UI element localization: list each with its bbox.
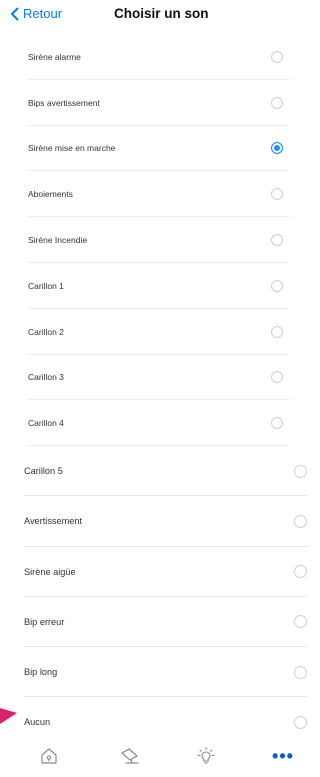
radio-button[interactable] — [271, 234, 283, 247]
sound-option-carillon-1[interactable]: Carillon 1 — [28, 263, 289, 309]
sound-label: Sirène Incendie — [28, 235, 88, 246]
sound-label: Bip erreur — [24, 616, 65, 627]
tab-lighting[interactable] — [193, 743, 219, 769]
radio-button[interactable] — [271, 417, 283, 430]
sound-label: Carillon 4 — [28, 418, 64, 429]
radio-button[interactable] — [271, 325, 283, 338]
sound-list: Sirène alarme Bips avertissement Sirène … — [0, 34, 315, 748]
sound-label: Sirène aigüe — [24, 566, 76, 577]
back-button[interactable]: Retour — [10, 6, 62, 21]
camera-icon — [121, 748, 139, 764]
sound-option-sirene-incendie[interactable]: Sirène Incendie — [28, 217, 289, 263]
sound-label: Avertissement — [24, 516, 83, 527]
radio-button[interactable] — [294, 615, 307, 629]
sound-label: Carillon 3 — [28, 372, 64, 383]
sound-label: Aboiements — [28, 189, 73, 200]
radio-button[interactable] — [271, 50, 283, 63]
sound-option-carillon-5[interactable]: Carillon 5 — [24, 446, 307, 497]
sound-option-bip-erreur[interactable]: Bip erreur — [24, 597, 307, 648]
tab-camera[interactable] — [117, 743, 143, 769]
tab-bar: ••• — [0, 735, 315, 777]
sound-option-sirene-alarme[interactable]: Sirène alarme — [28, 34, 289, 80]
back-label: Retour — [23, 6, 63, 21]
radio-button[interactable] — [271, 96, 283, 109]
radio-button[interactable] — [294, 665, 307, 679]
chevron-left-icon — [11, 7, 19, 20]
sound-option-carillon-3[interactable]: Carillon 3 — [28, 355, 289, 401]
radio-button[interactable] — [294, 715, 307, 729]
sound-option-aboiements[interactable]: Aboiements — [28, 171, 289, 217]
radio-button[interactable] — [271, 279, 283, 292]
sound-label: Bip long — [24, 667, 58, 678]
sound-option-carillon-4[interactable]: Carillon 4 — [28, 400, 289, 446]
sound-label: Carillon 1 — [28, 280, 64, 291]
sound-label: Bips avertissement — [28, 97, 100, 108]
tab-more[interactable]: ••• — [270, 743, 296, 769]
more-icon: ••• — [272, 746, 294, 766]
sound-option-avertissement[interactable]: Avertissement — [24, 496, 307, 547]
radio-button[interactable] — [271, 371, 283, 384]
sound-label: Sirène alarme — [28, 51, 81, 62]
radio-button[interactable] — [294, 514, 307, 528]
radio-button-selected[interactable] — [271, 142, 283, 155]
radio-button[interactable] — [294, 464, 307, 478]
sound-option-sirene-mise-en-marche[interactable]: Sirène mise en marche — [28, 126, 289, 172]
sound-label: Carillon 5 — [24, 466, 63, 477]
sound-option-bip-long[interactable]: Bip long — [24, 647, 307, 698]
home-icon — [41, 748, 57, 764]
header: Retour Choisir un son — [0, 0, 315, 34]
page-title: Choisir un son — [114, 6, 209, 21]
pointer-arrow-icon — [0, 708, 17, 724]
sound-label: Sirène mise en marche — [28, 143, 116, 154]
lightbulb-icon — [197, 747, 215, 764]
sound-label: Aucun — [24, 717, 51, 728]
radio-button[interactable] — [271, 188, 283, 201]
radio-button[interactable] — [294, 565, 307, 579]
sound-option-carillon-2[interactable]: Carillon 2 — [28, 309, 289, 355]
tab-home[interactable] — [36, 743, 62, 769]
sound-option-sirene-aigue[interactable]: Sirène aigüe — [24, 547, 307, 597]
sound-option-bips-avertissement[interactable]: Bips avertissement — [28, 80, 289, 126]
sound-label: Carillon 2 — [28, 326, 64, 337]
